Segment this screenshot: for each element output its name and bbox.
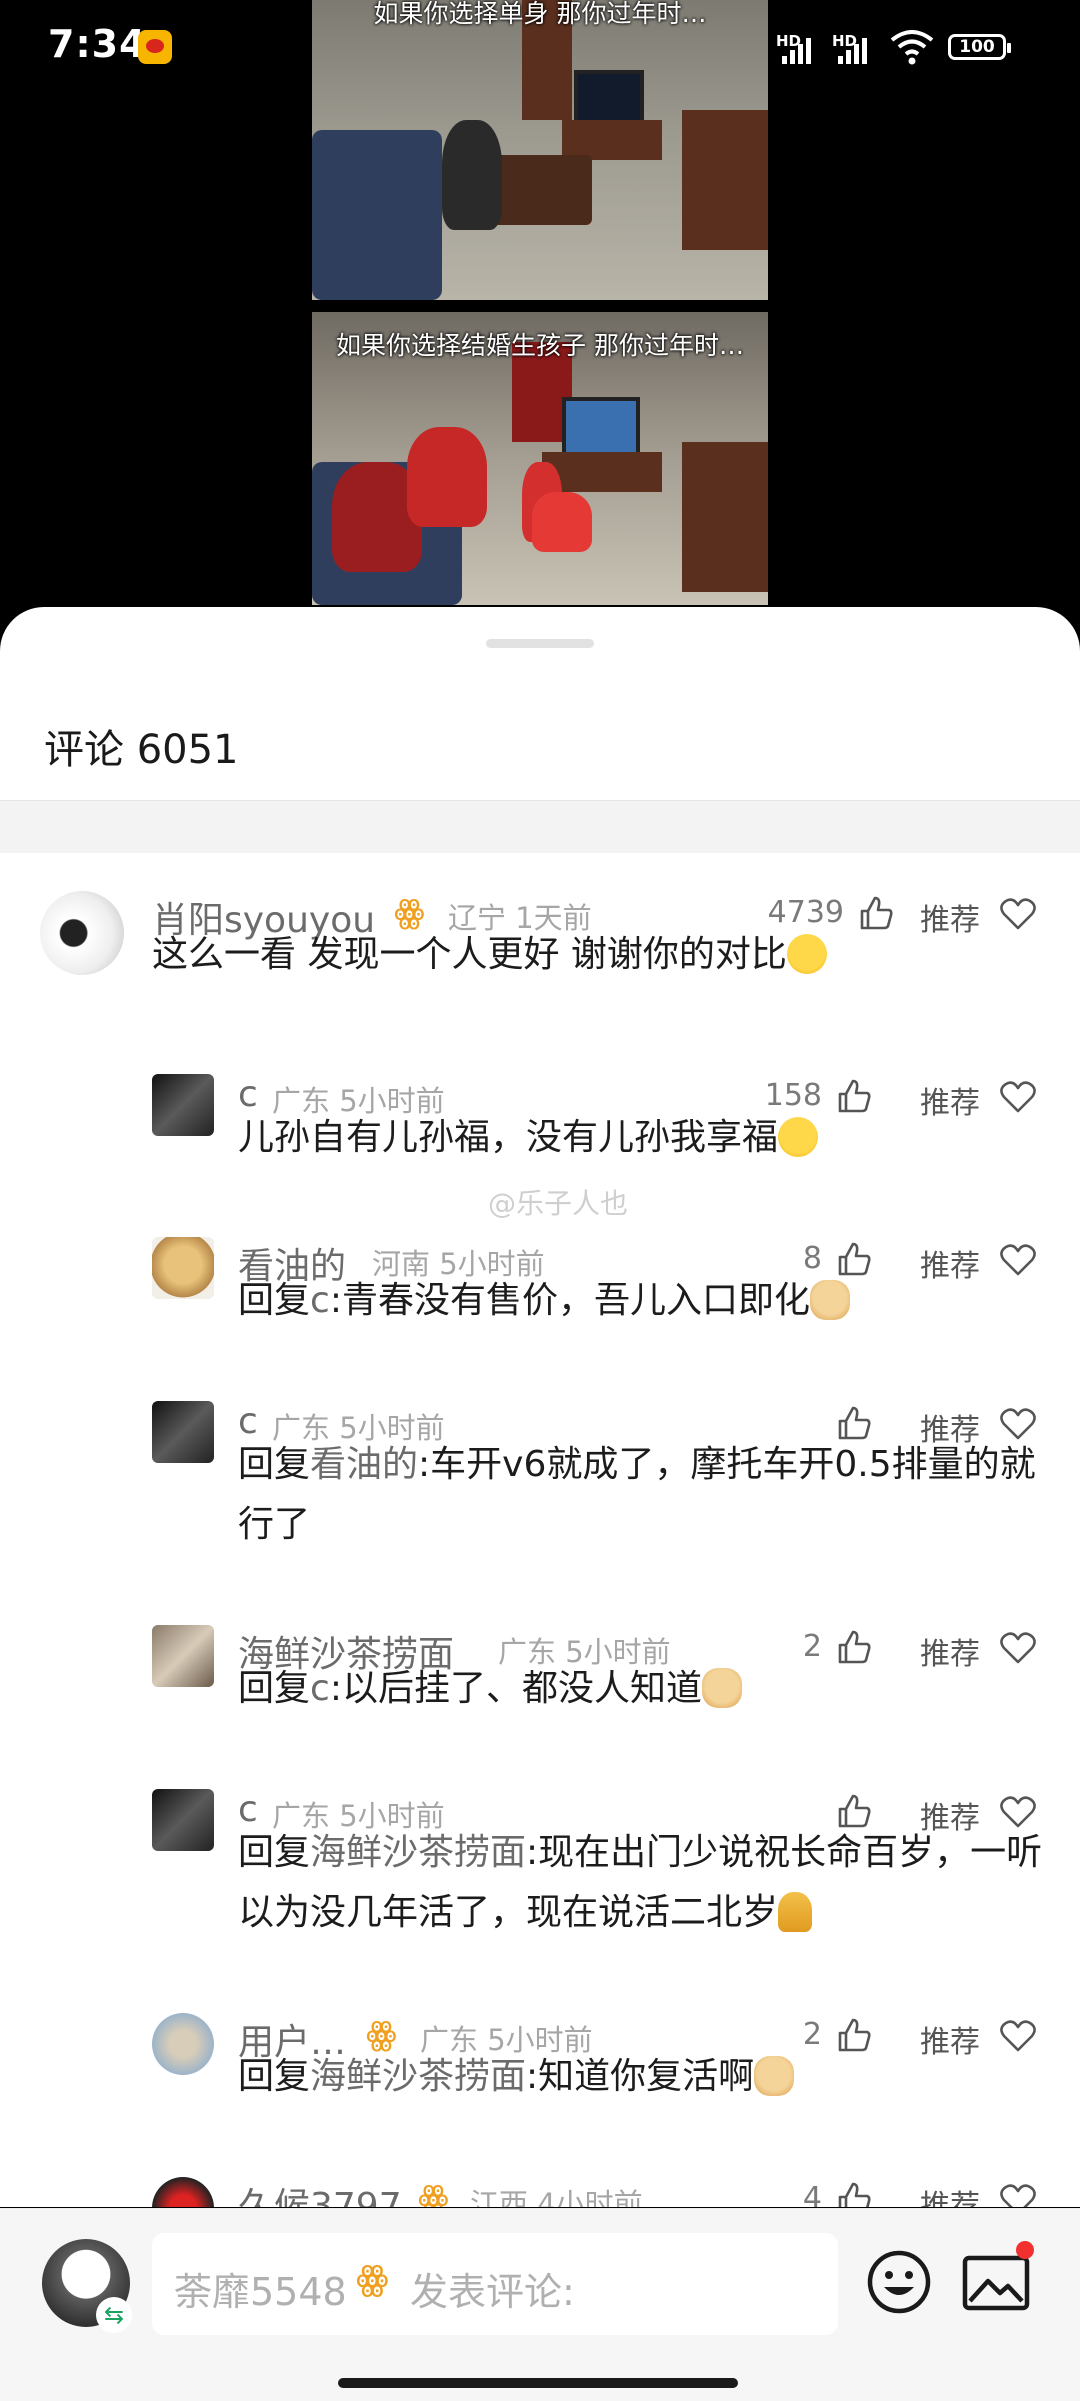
- person-figure-red-2: [407, 427, 487, 527]
- vip-badge-icon: ꙮ: [356, 2259, 389, 2299]
- avatar[interactable]: [152, 2013, 214, 2075]
- reply-prefix: 回复: [238, 1832, 311, 1873]
- pray-emoji-icon: [778, 1892, 813, 1932]
- signal-icon-1: [782, 34, 811, 64]
- avatar[interactable]: [152, 2177, 214, 2207]
- comment-body: :青春没有售价，吾儿入口即化: [329, 1280, 810, 1321]
- input-placeholder: 发表评论:: [410, 2270, 575, 2314]
- comment-body: :以后挂了、都没人知道: [329, 1668, 702, 1709]
- signal-icon-2: [838, 34, 867, 64]
- reply-prefix: 回复: [238, 1280, 311, 1321]
- tv-cabinet-shape: [562, 120, 662, 160]
- comment-meta: 江西 4小时前: [470, 2187, 643, 2207]
- cabinet-shape: [682, 110, 768, 250]
- comment-text: 这么一看 发现一个人更好 谢谢你的对比: [152, 925, 1052, 985]
- coffee-table-shape: [492, 155, 592, 225]
- comment-text: 回复看油的:车开v6就成了，摩托车开0.5排量的就行了: [238, 1435, 1038, 1555]
- comment-text: 回复海鲜沙茶捞面:知道你复活啊: [238, 2047, 1038, 2107]
- laugh-emoji-icon: [786, 934, 827, 974]
- reply-prefix: 回复: [238, 1668, 311, 1709]
- laugh-emoji-icon: [778, 1117, 819, 1157]
- image-icon[interactable]: [962, 2253, 1030, 2311]
- wifi-icon: [890, 30, 934, 65]
- reply-item: 久候3797 ꙮ 江西 4小时前 4 推荐: [0, 2177, 1080, 2207]
- comment-text: 儿孙自有儿孙福，没有儿孙我享福: [238, 1108, 1038, 1168]
- comment-body: 这么一看 发现一个人更好 谢谢你的对比: [152, 934, 787, 975]
- doge-emoji-icon: [809, 1280, 850, 1320]
- reply-prefix: 回复: [238, 1444, 311, 1485]
- doge-emoji-icon: [754, 2056, 795, 2096]
- section-divider: [0, 800, 1080, 853]
- avatar[interactable]: [152, 1625, 214, 1687]
- vip-badge-icon: ꙮ: [418, 2179, 449, 2207]
- recommend-label[interactable]: 推荐: [920, 2181, 980, 2207]
- sofa-shape: [312, 130, 442, 300]
- child-figure-2: [532, 492, 592, 552]
- comment-author[interactable]: 久候3797: [238, 2177, 402, 2207]
- reply-target[interactable]: 看油的: [310, 1444, 418, 1485]
- comment-text: 回复c:青春没有售价，吾儿入口即化: [238, 1271, 1038, 1331]
- status-time: 7:34: [48, 22, 147, 66]
- video-frame-family: 如果你选择结婚生孩子 那你过年时…: [312, 312, 768, 605]
- thumbs-up-icon[interactable]: [836, 2181, 872, 2207]
- weibo-notification-icon: [138, 30, 172, 64]
- comment-body: 儿孙自有儿孙福，没有儿孙我享福: [238, 1117, 779, 1158]
- avatar[interactable]: [152, 1237, 214, 1299]
- sheet-drag-handle[interactable]: [486, 639, 594, 648]
- reply-target[interactable]: 海鲜沙茶捞面: [310, 2056, 526, 2097]
- watermark: @乐子人也: [488, 1187, 629, 1220]
- comment-body: :知道你复活啊: [526, 2056, 755, 2097]
- battery-level: 100: [959, 37, 995, 57]
- home-indicator[interactable]: [338, 2378, 738, 2388]
- avatar[interactable]: [152, 1074, 214, 1136]
- comment-text: 回复c:以后挂了、都没人知道: [238, 1659, 1038, 1719]
- video-caption-bottom: 如果你选择结婚生孩子 那你过年时…: [336, 331, 744, 360]
- comment-input-bar: ⇆ 荼靡5548 ꙮ 发表评论:: [0, 2208, 1080, 2401]
- doge-emoji-icon: [701, 1668, 742, 1708]
- person-figure: [442, 120, 502, 230]
- avatar[interactable]: [40, 891, 124, 975]
- comments-title: 评论 6051: [44, 727, 239, 773]
- like-count: 4: [802, 2181, 822, 2207]
- cabinet-shape-2: [682, 442, 768, 592]
- comment-sheet: 评论 6051 肖阳syouyou ꙮ 辽宁 1天前 4739 推荐 这么一看 …: [0, 607, 1080, 2207]
- reply-target[interactable]: 海鲜沙茶捞面: [310, 1832, 526, 1873]
- reply-prefix: 回复: [238, 2056, 311, 2097]
- avatar[interactable]: [152, 1789, 214, 1851]
- comment-text: 回复海鲜沙茶捞面:现在出门少说祝长命百岁，一听以为没几年活了，现在说活二北岁: [238, 1823, 1048, 1943]
- emoji-icon[interactable]: [866, 2249, 932, 2315]
- heart-icon[interactable]: [1000, 2183, 1036, 2207]
- switch-account-icon[interactable]: ⇆: [96, 2297, 132, 2333]
- reply-target[interactable]: c: [310, 1280, 330, 1321]
- avatar[interactable]: [152, 1401, 214, 1463]
- reply-target[interactable]: c: [310, 1668, 330, 1709]
- input-username: 荼靡5548: [174, 2270, 347, 2314]
- status-bar: 7:34 HD HD 100: [0, 0, 1080, 96]
- notification-dot: [1016, 2241, 1034, 2259]
- comment-input[interactable]: 荼靡5548 ꙮ 发表评论:: [152, 2233, 838, 2335]
- battery-icon: 100: [948, 34, 1011, 60]
